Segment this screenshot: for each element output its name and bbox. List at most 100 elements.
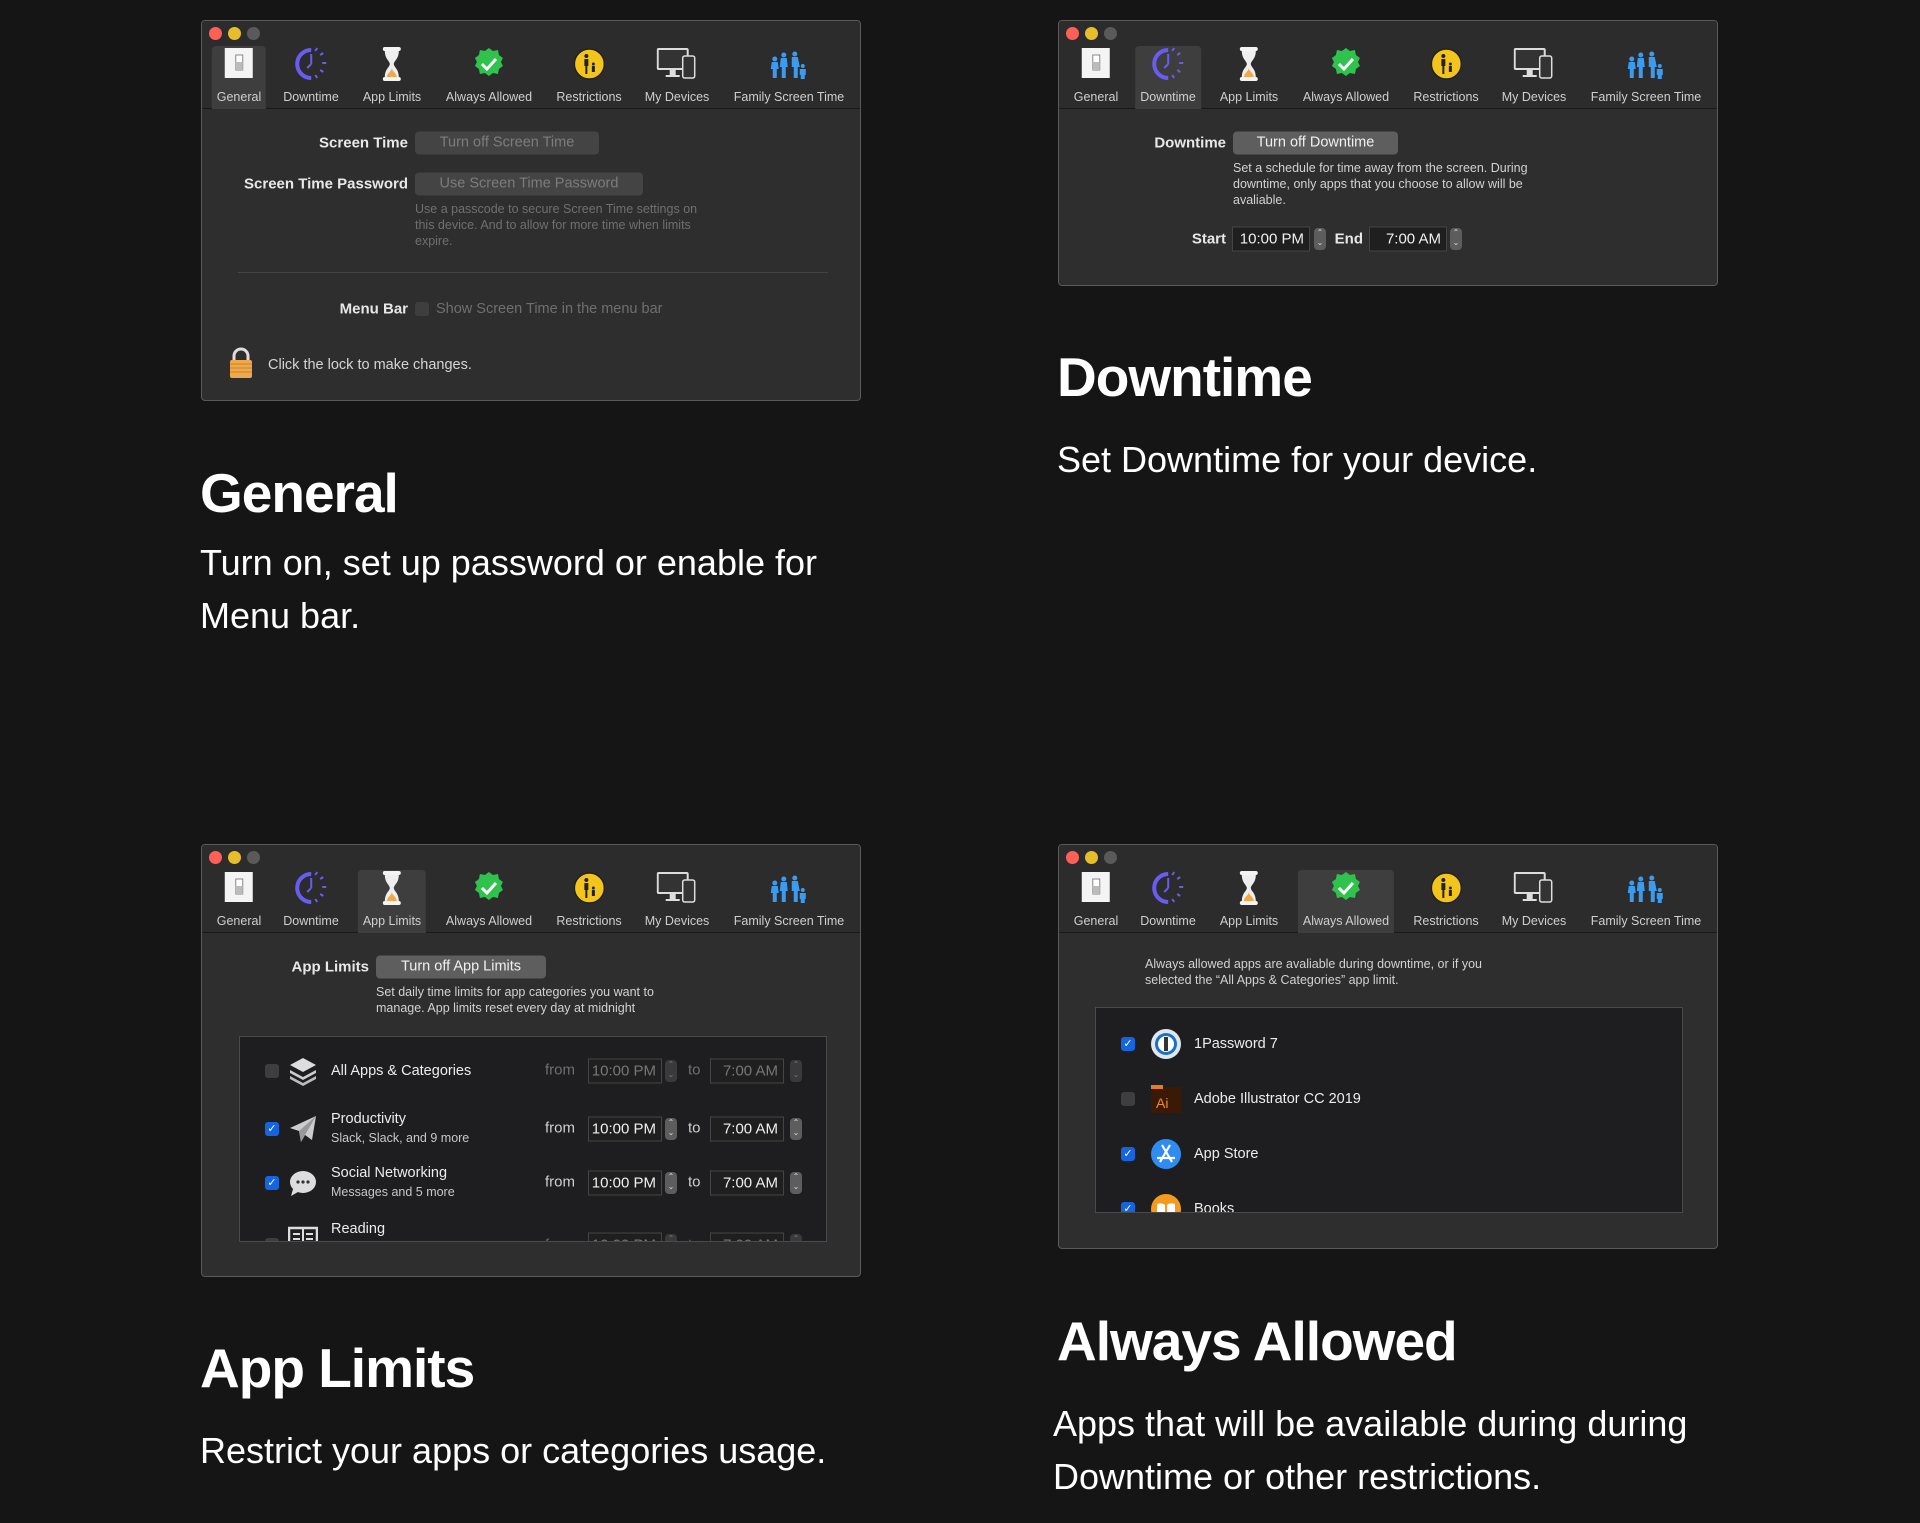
- start-time-stepper[interactable]: ⌃ ⌄: [1314, 228, 1326, 250]
- tab-always-allowed[interactable]: Always Allowed: [441, 46, 537, 109]
- tab-label: Downtime: [1140, 90, 1196, 104]
- to-time-stepper[interactable]: ⌃⌄: [790, 1060, 802, 1082]
- end-label: End: [1334, 230, 1363, 248]
- end-time-field[interactable]: 7:00 AM: [1369, 226, 1447, 252]
- tab-family-screen-time[interactable]: Family Screen Time: [1586, 870, 1706, 933]
- tab-restrictions[interactable]: Restrictions: [1408, 870, 1483, 933]
- toolbar: General Downtime App Limits Always Allowed R…: [202, 845, 860, 933]
- downtime-clock-icon: [291, 870, 331, 906]
- tab-downtime[interactable]: Downtime: [278, 46, 344, 109]
- close-button[interactable]: [209, 851, 222, 864]
- password-help-text: Use a passcode to secure Screen Time set…: [415, 202, 698, 248]
- minimize-button[interactable]: [228, 27, 241, 40]
- zoom-button[interactable]: [247, 851, 260, 864]
- app-checkbox[interactable]: [1121, 1092, 1135, 1106]
- minimize-button[interactable]: [228, 851, 241, 864]
- app-checkbox[interactable]: ✓: [1121, 1037, 1135, 1051]
- app-checkbox[interactable]: ✓: [1121, 1202, 1135, 1212]
- to-time-field[interactable]: 7:00 AM: [710, 1058, 784, 1084]
- tab-my-devices[interactable]: My Devices: [640, 870, 715, 933]
- checkmark-badge-icon: [469, 870, 509, 906]
- tab-always-allowed[interactable]: Always Allowed: [1298, 46, 1394, 109]
- checkmark-badge-icon: [1326, 870, 1366, 906]
- tab-downtime[interactable]: Downtime: [1135, 46, 1201, 109]
- tab-my-devices[interactable]: My Devices: [1497, 46, 1572, 109]
- from-time-stepper[interactable]: ⌃⌄: [665, 1060, 677, 1082]
- tab-restrictions[interactable]: Restrictions: [1408, 46, 1483, 109]
- restrictions-icon: [1426, 870, 1466, 906]
- turn-off-app-limits-button[interactable]: Turn off App Limits: [376, 955, 546, 979]
- app-limits-list[interactable]: All Apps & Categories from 10:00 PM ⌃ ⌄ to 7:0…: [239, 1036, 827, 1242]
- general-switch-icon: [1076, 870, 1116, 906]
- app-checkbox[interactable]: ✓: [1121, 1147, 1135, 1161]
- zoom-button[interactable]: [1104, 27, 1117, 40]
- row-checkbox[interactable]: [265, 1064, 279, 1078]
- app-limits-heading: App Limits: [200, 1337, 475, 1399]
- tab-general[interactable]: General: [212, 870, 266, 933]
- tab-label: General: [216, 914, 262, 928]
- row-checkbox[interactable]: [265, 1238, 279, 1241]
- end-time-stepper[interactable]: ⌃ ⌄: [1450, 228, 1462, 250]
- downtime-clock-icon: [1148, 46, 1188, 82]
- use-screen-time-password-button[interactable]: Use Screen Time Password: [415, 172, 643, 196]
- menu-bar-checkbox-label[interactable]: Show Screen Time in the menu bar: [436, 301, 662, 317]
- close-button[interactable]: [209, 27, 222, 40]
- to-time-field[interactable]: 7:00 AM: [710, 1170, 784, 1196]
- to-time-field[interactable]: 7:00 AM: [710, 1232, 784, 1241]
- start-time-field[interactable]: 10:00 PM: [1232, 226, 1310, 252]
- tab-label: Always Allowed: [445, 90, 533, 104]
- tab-label: Downtime: [283, 90, 339, 104]
- from-time-field[interactable]: 10:00 PM: [588, 1232, 662, 1241]
- from-time-field[interactable]: 10:00 PM: [588, 1170, 662, 1196]
- lock-text: Click the lock to make changes.: [268, 357, 472, 373]
- tab-general[interactable]: General: [1069, 870, 1123, 933]
- always-allowed-heading: Always Allowed: [1057, 1310, 1458, 1372]
- tab-restrictions[interactable]: Restrictions: [551, 46, 626, 109]
- tab-my-devices[interactable]: My Devices: [640, 46, 715, 109]
- to-time-stepper[interactable]: ⌃⌄: [790, 1118, 802, 1140]
- tab-restrictions[interactable]: Restrictions: [551, 870, 626, 933]
- tab-general[interactable]: General: [211, 46, 267, 109]
- tab-always-allowed[interactable]: Always Allowed: [1297, 870, 1395, 933]
- menu-bar-label: Menu Bar: [339, 300, 408, 318]
- tab-app-limits[interactable]: App Limits: [1215, 46, 1283, 109]
- tab-app-limits[interactable]: App Limits: [357, 870, 427, 933]
- menu-bar-checkbox[interactable]: [415, 302, 429, 316]
- zoom-button[interactable]: [1104, 851, 1117, 864]
- from-time-stepper[interactable]: ⌃⌄: [665, 1172, 677, 1194]
- to-time-stepper[interactable]: ⌃⌄: [790, 1172, 802, 1194]
- turn-off-downtime-button[interactable]: Turn off Downtime: [1233, 131, 1398, 155]
- checkmark-badge-icon: [1326, 46, 1366, 82]
- close-button[interactable]: [1066, 27, 1079, 40]
- tab-family-screen-time[interactable]: Family Screen Time: [729, 46, 849, 109]
- tab-app-limits[interactable]: App Limits: [358, 46, 426, 109]
- row-checkbox[interactable]: ✓: [265, 1122, 279, 1136]
- minimize-button[interactable]: [1085, 851, 1098, 864]
- tab-label: Always Allowed: [445, 914, 533, 928]
- to-time-stepper[interactable]: ⌃⌄: [790, 1234, 802, 1241]
- minimize-button[interactable]: [1085, 27, 1098, 40]
- always-allowed-list[interactable]: ✓ 1Password 7 Ai Adobe Illustrator CC 2019 ✓…: [1095, 1007, 1683, 1213]
- tab-downtime[interactable]: Downtime: [1135, 870, 1201, 933]
- tab-my-devices[interactable]: My Devices: [1497, 870, 1572, 933]
- from-time-field[interactable]: 10:00 PM: [588, 1116, 662, 1142]
- tab-app-limits[interactable]: App Limits: [1215, 870, 1283, 933]
- from-time-stepper[interactable]: ⌃⌄: [665, 1118, 677, 1140]
- row-checkbox[interactable]: ✓: [265, 1176, 279, 1190]
- tab-downtime[interactable]: Downtime: [278, 870, 344, 933]
- screen-time-label: Screen Time: [319, 134, 408, 152]
- from-time-field[interactable]: 10:00 PM: [588, 1058, 662, 1084]
- close-button[interactable]: [1066, 851, 1079, 864]
- tab-family-screen-time[interactable]: Family Screen Time: [1586, 46, 1706, 109]
- from-time-stepper[interactable]: ⌃⌄: [665, 1234, 677, 1241]
- tab-family-screen-time[interactable]: Family Screen Time: [729, 870, 849, 933]
- row-title: All Apps & Categories: [331, 1063, 472, 1079]
- tab-always-allowed[interactable]: Always Allowed: [441, 870, 537, 933]
- zoom-button[interactable]: [247, 27, 260, 40]
- checkmark-badge-icon: [469, 46, 509, 82]
- row-subtitle: Slack, Slack, and 9 more: [331, 1131, 470, 1145]
- turn-off-screen-time-button[interactable]: Turn off Screen Time: [415, 131, 599, 155]
- lock-icon[interactable]: [228, 347, 254, 379]
- tab-general[interactable]: General: [1069, 46, 1123, 109]
- to-time-field[interactable]: 7:00 AM: [710, 1116, 784, 1142]
